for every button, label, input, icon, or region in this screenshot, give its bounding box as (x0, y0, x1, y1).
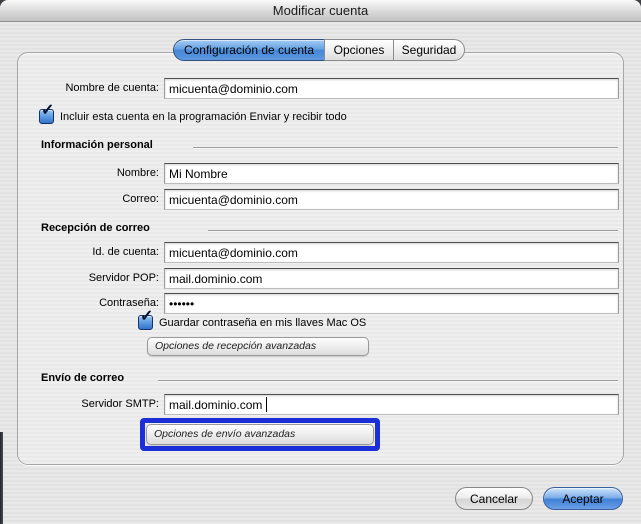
include-in-schedule-label: Incluir esta cuenta en la programación E… (60, 111, 347, 123)
email-label: Correo: (18, 193, 159, 205)
tab-security[interactable]: Seguridad (393, 39, 465, 61)
advanced-receiving-options-button[interactable]: Opciones de recepción avanzadas (147, 337, 369, 356)
smtp-server-input[interactable] (164, 394, 619, 415)
personal-info-header: Información personal (41, 139, 153, 151)
account-settings-panel: Nombre de cuenta: ✓ Incluir esta cuenta … (17, 52, 624, 465)
titlebar[interactable]: Modificar cuenta (0, 0, 641, 22)
email-input[interactable] (164, 189, 619, 210)
pop-server-input[interactable] (164, 268, 619, 289)
password-input[interactable] (164, 293, 619, 314)
save-password-keychain-label: Guardar contraseña en mis llaves Mac OS (159, 317, 366, 329)
smtp-server-label: Servidor SMTP: (18, 398, 159, 410)
window-title: Modificar cuenta (273, 3, 368, 18)
sending-mail-header: Envío de correo (41, 372, 124, 384)
tab-account-settings[interactable]: Configuración de cuenta (173, 39, 325, 61)
cancel-button[interactable]: Cancelar (455, 487, 533, 510)
account-name-input[interactable] (164, 78, 619, 99)
modify-account-dialog: Modificar cuenta Nombre de cuenta: ✓ Inc… (0, 0, 641, 524)
name-input[interactable] (164, 163, 619, 184)
highlight-outline: Opciones de envío avanzadas (140, 418, 380, 451)
text-cursor (266, 397, 267, 412)
tab-options[interactable]: Opciones (324, 39, 394, 61)
tab-bar: Configuración de cuenta Opciones Segurid… (173, 39, 465, 61)
advanced-sending-options-button[interactable]: Opciones de envío avanzadas (146, 424, 374, 445)
section-divider (158, 380, 618, 381)
screen-edge-artifact (0, 432, 3, 524)
account-name-label: Nombre de cuenta: (18, 82, 159, 94)
checkmark-icon: ✓ (41, 103, 54, 119)
checkmark-icon: ✓ (140, 309, 153, 325)
section-divider (193, 147, 618, 148)
section-divider (208, 230, 618, 231)
account-id-label: Id. de cuenta: (18, 246, 159, 258)
account-id-input[interactable] (164, 242, 619, 263)
password-label: Contraseña: (18, 297, 159, 309)
include-in-schedule-checkbox[interactable]: ✓ (39, 109, 54, 124)
pop-server-label: Servidor POP: (18, 272, 159, 284)
save-password-keychain-checkbox[interactable]: ✓ (138, 315, 153, 330)
receiving-mail-header: Recepción de correo (41, 222, 150, 234)
accept-button[interactable]: Aceptar (543, 487, 623, 510)
name-label: Nombre: (18, 167, 159, 179)
